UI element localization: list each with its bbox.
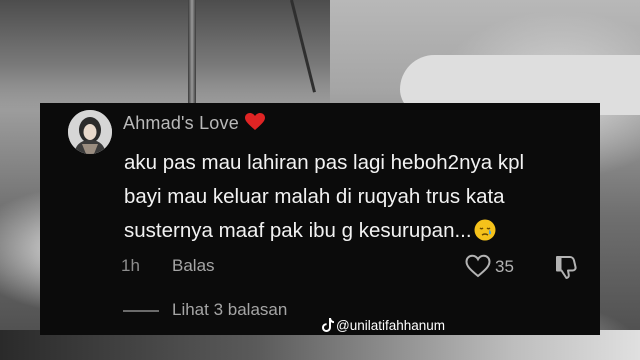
iv-pole: [188, 0, 196, 110]
watermark: @unilatifahhanum: [322, 318, 445, 333]
dislike-icon[interactable]: [554, 254, 578, 280]
like-heart-icon[interactable]: [465, 254, 491, 278]
avatar-image: [68, 110, 112, 154]
background-shadow: [0, 0, 330, 110]
comment-text: aku pas mau lahiran pas lagi heboh2nya k…: [124, 146, 594, 248]
reply-button[interactable]: Balas: [172, 256, 215, 276]
like-count: 35: [495, 257, 514, 276]
heart-icon: [244, 113, 265, 130]
comment-line-2: bayi mau keluar malah di ruqyah trus kat…: [124, 185, 505, 208]
username-text: Ahmad's Love: [123, 113, 239, 133]
replies-divider: [123, 310, 159, 312]
comment-line-1: aku pas mau lahiran pas lagi heboh2nya k…: [124, 151, 525, 174]
comment-username[interactable]: Ahmad's Love: [123, 113, 265, 134]
avatar[interactable]: [68, 110, 112, 154]
tiktok-icon: [322, 318, 334, 332]
comment-line-3: susternya maaf pak ibu g kesurupan...: [124, 219, 472, 242]
view-replies-button[interactable]: Lihat 3 balasan: [172, 300, 287, 320]
watermark-handle: @unilatifahhanum: [336, 318, 446, 333]
sad-face-icon: [474, 219, 496, 241]
comment-timestamp: 1h: [121, 256, 140, 275]
